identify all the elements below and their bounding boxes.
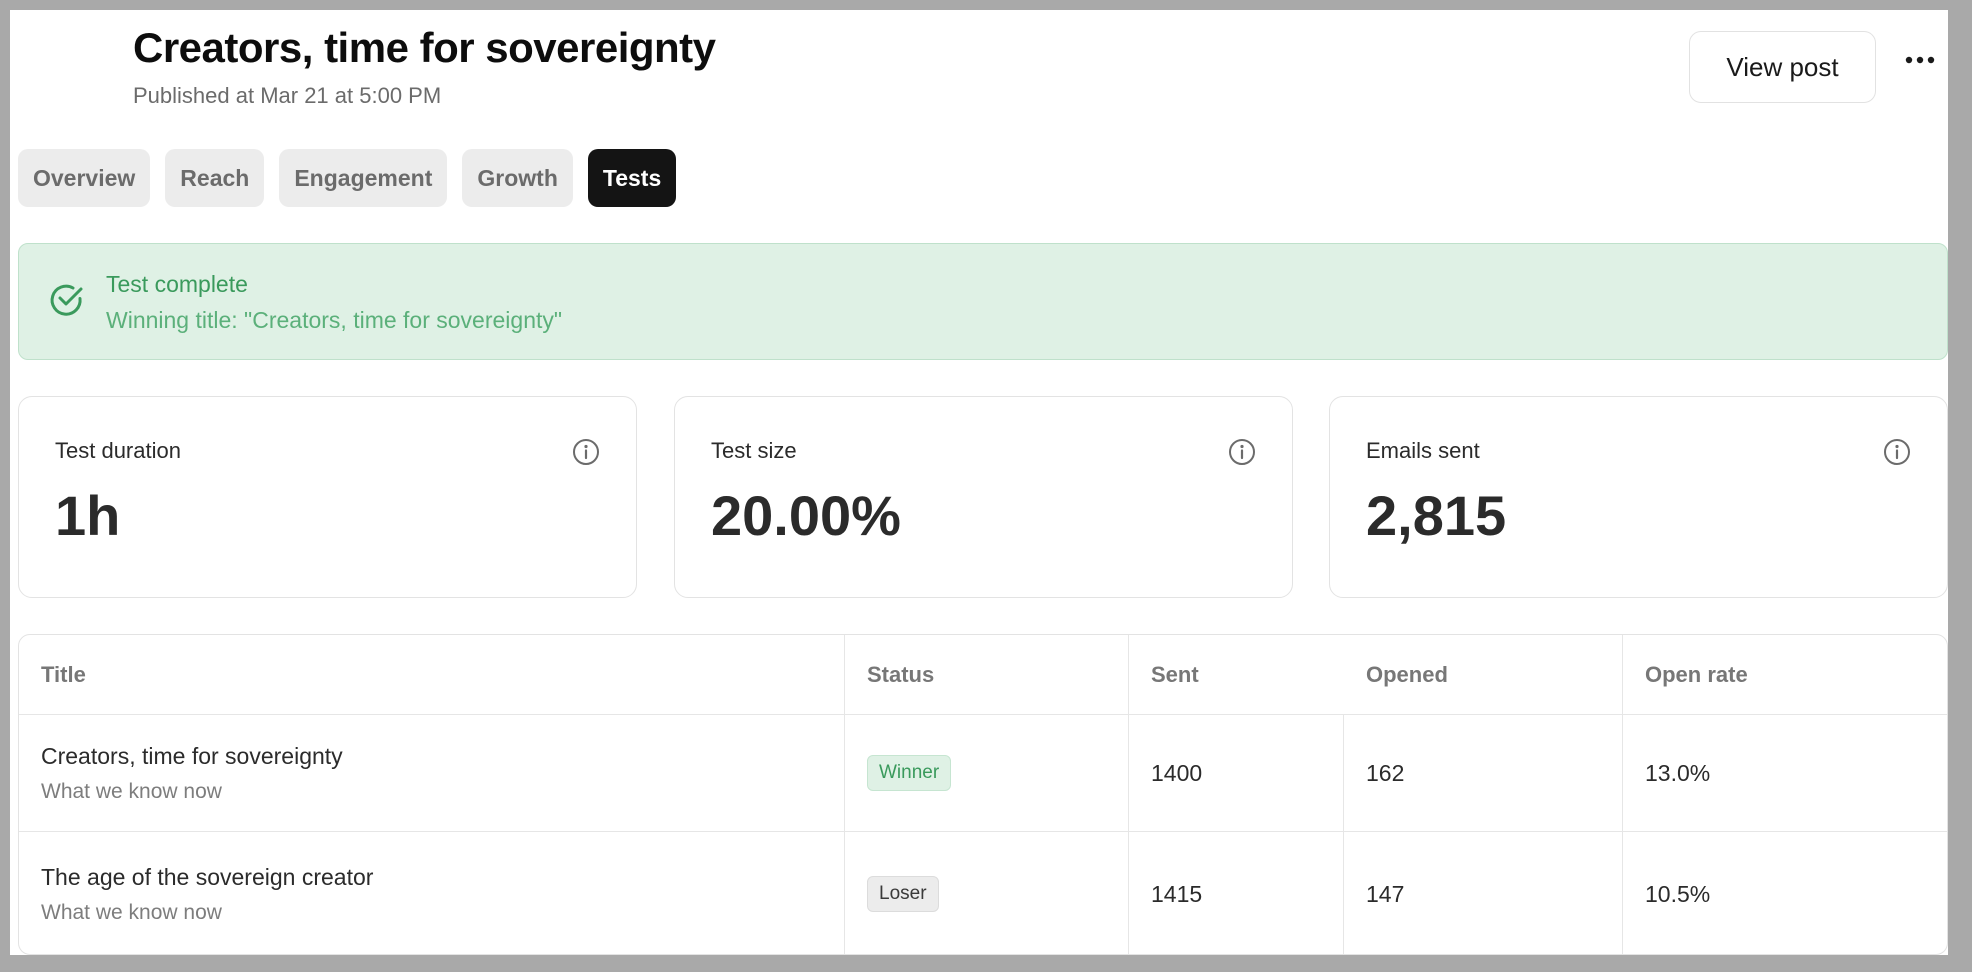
opened-cell: 147 bbox=[1344, 832, 1622, 954]
title-cell: Creators, time for sovereignty What we k… bbox=[19, 715, 845, 831]
stat-value: 20.00% bbox=[711, 484, 901, 547]
sent-cell: 1415 bbox=[1129, 832, 1344, 954]
variant-title: Creators, time for sovereignty bbox=[41, 742, 343, 769]
stat-label: Emails sent bbox=[1366, 438, 1480, 463]
page-title: Creators, time for sovereignty bbox=[133, 24, 716, 71]
stat-card-test-duration: Test duration 1h bbox=[18, 396, 637, 598]
check-circle-icon bbox=[50, 284, 83, 316]
post-stats-panel: Creators, time for sovereignty Published… bbox=[10, 10, 1948, 955]
open-rate-cell: 13.0% bbox=[1622, 715, 1947, 831]
tab-engagement[interactable]: Engagement bbox=[279, 149, 448, 207]
info-icon[interactable] bbox=[1883, 438, 1911, 466]
banner-subtitle: Winning title: "Creators, time for sover… bbox=[106, 307, 563, 333]
open-rate-value: 10.5% bbox=[1645, 880, 1711, 907]
opened-value: 147 bbox=[1366, 880, 1405, 907]
column-header-status[interactable]: Status bbox=[845, 635, 1129, 714]
table-header-row: Title Status Sent Opened Open rate bbox=[19, 635, 1947, 715]
status-badge: Loser bbox=[867, 876, 939, 912]
tab-tests[interactable]: Tests bbox=[587, 149, 677, 207]
opened-cell: 162 bbox=[1344, 715, 1622, 831]
column-header-open-rate[interactable]: Open rate bbox=[1622, 635, 1947, 714]
stat-label: Test duration bbox=[55, 438, 181, 463]
table-row[interactable]: The age of the sovereign creator What we… bbox=[19, 832, 1947, 954]
column-header-title[interactable]: Title bbox=[19, 635, 845, 714]
tab-reach[interactable]: Reach bbox=[165, 149, 265, 207]
page-header: Creators, time for sovereignty Published… bbox=[10, 10, 1948, 150]
title-cell: The age of the sovereign creator What we… bbox=[19, 832, 845, 954]
status-badge: Winner bbox=[867, 755, 952, 791]
opened-value: 162 bbox=[1366, 759, 1405, 786]
test-complete-banner: Test complete Winning title: "Creators, … bbox=[18, 243, 1948, 360]
published-date: Published at Mar 21 at 5:00 PM bbox=[133, 83, 442, 108]
tab-overview[interactable]: Overview bbox=[18, 149, 151, 207]
view-post-button[interactable]: View post bbox=[1689, 31, 1876, 103]
sent-value: 1415 bbox=[1151, 880, 1203, 907]
info-icon[interactable] bbox=[572, 438, 600, 466]
column-header-sent[interactable]: Sent bbox=[1129, 635, 1344, 714]
open-rate-cell: 10.5% bbox=[1622, 832, 1947, 954]
variant-subtitle: What we know now bbox=[41, 900, 222, 924]
open-rate-value: 13.0% bbox=[1645, 759, 1711, 786]
stat-card-emails-sent: Emails sent 2,815 bbox=[1329, 396, 1948, 598]
more-options-button[interactable] bbox=[1902, 48, 1938, 72]
banner-title: Test complete bbox=[106, 271, 248, 297]
stat-card-test-size: Test size 20.00% bbox=[674, 396, 1293, 598]
status-cell: Winner bbox=[845, 715, 1129, 831]
sent-value: 1400 bbox=[1151, 759, 1203, 786]
test-results-table: Title Status Sent Opened Open rate Creat… bbox=[18, 634, 1948, 955]
stat-value: 1h bbox=[55, 484, 121, 547]
more-horizontal-icon bbox=[1905, 56, 1935, 64]
column-header-opened[interactable]: Opened bbox=[1344, 635, 1622, 714]
status-cell: Loser bbox=[845, 832, 1129, 954]
table-row[interactable]: Creators, time for sovereignty What we k… bbox=[19, 715, 1947, 832]
sent-cell: 1400 bbox=[1129, 715, 1344, 831]
tab-bar: Overview Reach Engagement Growth Tests bbox=[18, 149, 677, 207]
tab-growth[interactable]: Growth bbox=[462, 149, 573, 207]
variant-subtitle: What we know now bbox=[41, 779, 222, 803]
variant-title: The age of the sovereign creator bbox=[41, 863, 374, 890]
stat-label: Test size bbox=[711, 438, 797, 463]
info-icon[interactable] bbox=[1228, 438, 1256, 466]
stat-value: 2,815 bbox=[1366, 484, 1507, 547]
